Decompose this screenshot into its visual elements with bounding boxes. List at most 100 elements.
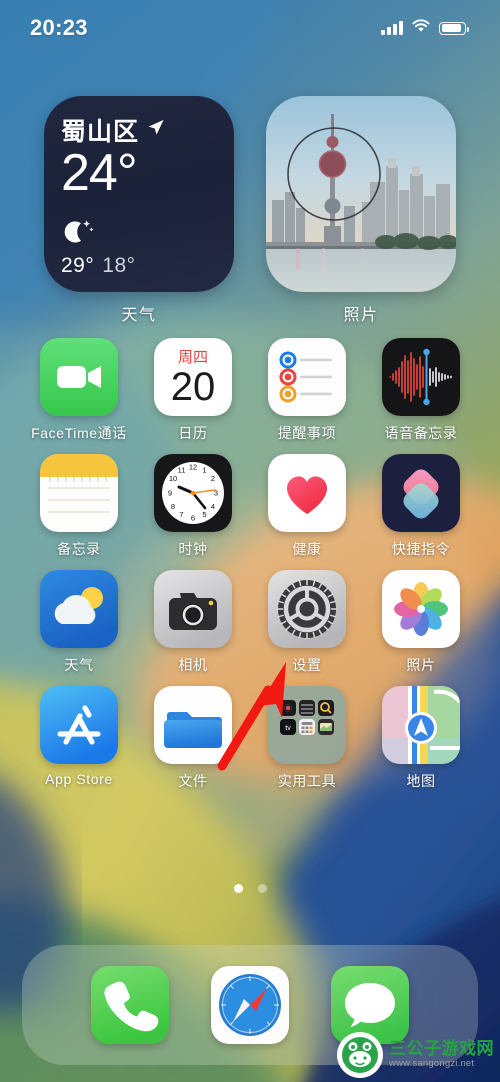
page-dot-2[interactable] <box>257 884 267 893</box>
app-label: 相机 <box>178 657 208 673</box>
app-app-store[interactable]: App Store <box>22 686 136 791</box>
app-label: 快捷指令 <box>391 541 451 557</box>
app-shortcuts[interactable]: 快捷指令 <box>364 454 478 559</box>
app-maps[interactable]: 地图 <box>364 686 478 791</box>
photos-widget[interactable]: 照片 <box>266 96 456 325</box>
weather-widget-header: 蜀山区 <box>61 112 217 148</box>
svg-text:11: 11 <box>178 466 186 475</box>
app-label: App Store <box>45 771 113 787</box>
weather-high-low: 29° 18° <box>61 254 217 278</box>
app-files[interactable]: 文件 <box>136 686 250 791</box>
app-label: 日历 <box>178 425 208 441</box>
notes-icon[interactable] <box>40 454 118 532</box>
page-indicator[interactable] <box>0 884 500 893</box>
app-row: App Store 文件 tv 实用工具 地图 <box>0 686 500 791</box>
app-reminders[interactable]: 提醒事项 <box>250 338 364 443</box>
wifi-icon <box>412 18 430 38</box>
app-label: 健康 <box>292 541 322 557</box>
app-grid: FaceTime通话 周四 20 日历 提醒事项 语音备忘录 备忘录 12 1 … <box>0 338 500 802</box>
files-icon[interactable] <box>154 686 232 764</box>
watermark: 三公子游戏网 www.sangongzi.net <box>337 1032 494 1078</box>
maps-icon[interactable] <box>382 686 460 764</box>
svg-text:2: 2 <box>211 474 215 483</box>
svg-text:周四: 周四 <box>178 349 208 366</box>
weather-low: 18° <box>102 254 136 277</box>
svg-text:6: 6 <box>191 514 195 523</box>
photos-icon[interactable] <box>382 570 460 648</box>
app-row: 备忘录 12 1 2 345 678 9 10 11 时钟 健康 快捷指令 <box>0 454 500 559</box>
app-label: 语音备忘录 <box>384 425 458 441</box>
app-clock[interactable]: 12 1 2 345 678 9 10 11 时钟 <box>136 454 250 559</box>
weather-high: 29° <box>61 254 95 277</box>
app-settings[interactable]: 设置 <box>250 570 364 675</box>
frog-logo-icon <box>337 1032 383 1078</box>
app-label: 提醒事项 <box>277 425 337 441</box>
reminders-icon[interactable] <box>268 338 346 416</box>
app-weather[interactable]: 天气 <box>22 570 136 675</box>
app-voice-memos[interactable]: 语音备忘录 <box>364 338 478 443</box>
weather-widget-footer: 29° 18° <box>61 217 217 278</box>
app-label: 天气 <box>64 657 94 673</box>
app-label: 实用工具 <box>277 773 337 789</box>
watermark-url: www.sangongzi.net <box>389 1058 475 1070</box>
safari-compass-icon[interactable] <box>211 966 289 1044</box>
calendar-icon[interactable]: 周四 20 <box>154 338 232 416</box>
app-facetime[interactable]: FaceTime通话 <box>22 338 136 443</box>
weather-widget-body[interactable]: 蜀山区 24° 29° 18° <box>44 96 234 292</box>
app-label: FaceTime通话 <box>31 425 127 441</box>
voice-memos-icon[interactable] <box>382 338 460 416</box>
clock-icon[interactable]: 12 1 2 345 678 9 10 11 <box>154 454 232 532</box>
svg-text:5: 5 <box>202 510 206 519</box>
app-label: 照片 <box>406 657 436 673</box>
app-notes[interactable]: 备忘录 <box>22 454 136 559</box>
app-label: 设置 <box>292 657 322 673</box>
svg-text:1: 1 <box>202 466 206 475</box>
svg-text:12: 12 <box>189 463 197 472</box>
svg-text:tv: tv <box>285 725 291 732</box>
shortcuts-icon[interactable] <box>382 454 460 532</box>
app-label: 备忘录 <box>57 541 101 557</box>
shanghai-skyline-photo <box>266 96 456 292</box>
app-label: 文件 <box>178 773 208 789</box>
home-screen: 蜀山区 24° 29° 18° 天气 照片 FaceTime通话 周四 20 日… <box>0 0 500 1082</box>
app-row: FaceTime通话 周四 20 日历 提醒事项 语音备忘录 <box>0 338 500 443</box>
app-camera[interactable]: 相机 <box>136 570 250 675</box>
app-store-icon[interactable] <box>40 686 118 764</box>
widget-row: 蜀山区 24° 29° 18° 天气 照片 <box>0 96 500 325</box>
app-row: 天气 相机 设置 照片 <box>0 570 500 675</box>
weather-current-temp: 24° <box>61 144 138 202</box>
status-bar: 20:23 <box>0 0 500 56</box>
app-label: 地图 <box>406 773 436 789</box>
app-label: 时钟 <box>178 541 208 557</box>
watermark-site-name: 三公子游戏网 <box>389 1039 494 1059</box>
app-calendar[interactable]: 周四 20 日历 <box>136 338 250 443</box>
svg-text:8: 8 <box>171 502 175 511</box>
app-photos[interactable]: 照片 <box>364 570 478 675</box>
phone-icon[interactable] <box>91 966 169 1044</box>
settings-gear-icon[interactable] <box>268 570 346 648</box>
svg-text:4: 4 <box>211 502 215 511</box>
app-utilities-folder[interactable]: tv 实用工具 <box>250 686 364 791</box>
camera-icon[interactable] <box>154 570 232 648</box>
weather-icon[interactable] <box>40 570 118 648</box>
cellular-bars-icon <box>381 21 403 35</box>
utilities-folder-icon[interactable]: tv <box>268 686 346 764</box>
weather-widget-label: 天气 <box>121 307 157 324</box>
health-icon[interactable] <box>268 454 346 532</box>
facetime-icon[interactable] <box>40 338 118 416</box>
status-bar-time: 20:23 <box>30 15 88 40</box>
app-health[interactable]: 健康 <box>250 454 364 559</box>
svg-text:9: 9 <box>168 489 172 498</box>
svg-text:20: 20 <box>171 365 216 409</box>
photos-widget-body[interactable] <box>266 96 456 292</box>
location-arrow-icon <box>146 118 165 142</box>
battery-icon <box>439 21 469 35</box>
weather-widget[interactable]: 蜀山区 24° 29° 18° 天气 <box>44 96 234 325</box>
weather-city: 蜀山区 <box>61 118 140 146</box>
watermark-text: 三公子游戏网 www.sangongzi.net <box>389 1040 494 1069</box>
moon-stars-icon <box>61 217 217 252</box>
photos-widget-label: 照片 <box>343 307 379 324</box>
page-dot-1[interactable] <box>233 884 243 893</box>
svg-text:10: 10 <box>169 474 177 483</box>
status-bar-indicators <box>381 18 469 38</box>
